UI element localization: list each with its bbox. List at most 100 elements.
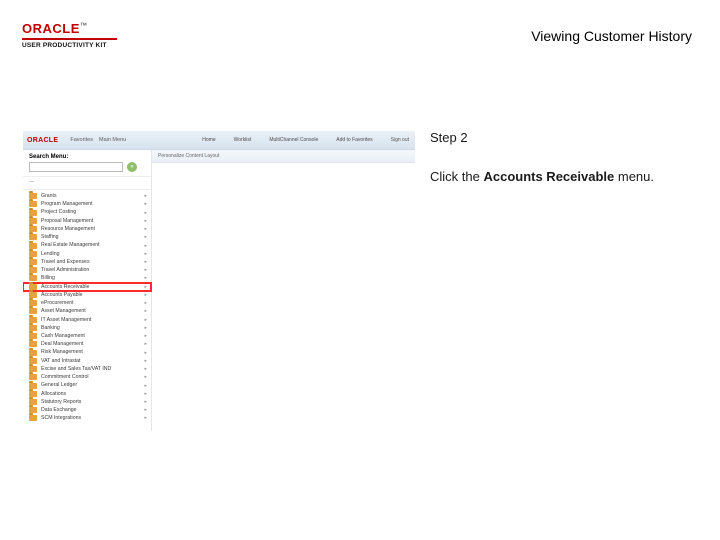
- sidebar-item-asset-management[interactable]: Asset Management▸: [23, 307, 151, 315]
- folder-icon: [29, 325, 37, 331]
- sidebar-item-travel-and-expenses[interactable]: Travel and Expenses ▸: [23, 258, 151, 266]
- sidebar-item-data-exchange[interactable]: Data Exchange ▸: [23, 406, 151, 414]
- chevron-right-icon: ▸: [144, 399, 147, 405]
- sidebar-item-accounts-payable[interactable]: Accounts Payable▸: [23, 291, 151, 299]
- oracle-logo: ORACLE™: [22, 22, 117, 35]
- folder-icon: [29, 308, 37, 314]
- folder-icon: [29, 391, 37, 397]
- folder-icon: [29, 383, 37, 389]
- search-go-icon[interactable]: »: [127, 162, 137, 172]
- main-menu: Grants▸Program Management▸Project Costin…: [23, 190, 151, 425]
- sidebar-item-eprocurement[interactable]: eProcurement▸: [23, 299, 151, 307]
- app-body: Search Menu: » — Grants▸Program Manageme…: [23, 150, 415, 432]
- folder-icon: [29, 210, 37, 216]
- folder-icon: [29, 317, 37, 323]
- sidebar-item-resource-management[interactable]: Resource Management▸: [23, 225, 151, 233]
- sidebar-item-accounts-receivable[interactable]: Accounts Receivable▸: [23, 283, 151, 291]
- trademark: ™: [80, 23, 88, 30]
- sidebar-item-label: Accounts Payable: [41, 292, 83, 298]
- folder-icon: [29, 407, 37, 413]
- brand-block: ORACLE™ USER PRODUCTIVITY KIT: [22, 22, 117, 49]
- chevron-right-icon: ▸: [144, 210, 147, 216]
- sidebar-item-label: Travel and Expenses: [41, 259, 90, 265]
- chevron-right-icon: ▸: [144, 407, 147, 413]
- sidebar-item-label: Project Costing: [41, 209, 76, 215]
- chevron-right-icon: ▸: [144, 226, 147, 232]
- sidebar-item-label: eProcurement: [41, 300, 74, 306]
- link-add-to-favorites[interactable]: Add to Favorites: [336, 137, 372, 143]
- sidebar-item-program-management[interactable]: Program Management▸: [23, 200, 151, 208]
- tab-favorites[interactable]: Favorites: [70, 137, 93, 143]
- folder-icon: [29, 201, 37, 207]
- folder-icon: [29, 333, 37, 339]
- instruction-panel: Step 2 Click the Accounts Receivable men…: [430, 130, 692, 184]
- step-label: Step 2: [430, 130, 692, 145]
- sidebar-item-label: Risk Management: [41, 349, 83, 355]
- chevron-right-icon: ▸: [144, 193, 147, 199]
- tab-main-menu[interactable]: Main Menu: [99, 137, 126, 143]
- folder-icon: [29, 218, 37, 224]
- folder-icon: [29, 300, 37, 306]
- sidebar-item-lending[interactable]: Lending ▸: [23, 250, 151, 258]
- sidebar-item-label: Staffing: [41, 234, 59, 240]
- sidebar-item-project-costing[interactable]: Project Costing ▸: [23, 208, 151, 216]
- search-menu-label: Search Menu:: [23, 150, 151, 162]
- sidebar-item-label: Lending: [41, 251, 59, 257]
- sidebar-item-billing[interactable]: Billing ▸: [23, 274, 151, 282]
- sidebar-item-label: VAT and Intrastat: [41, 358, 81, 364]
- sidebar-item-risk-management[interactable]: Risk Management▸: [23, 348, 151, 356]
- sidebar-item-proposal-management[interactable]: Proposal Management▸: [23, 217, 151, 225]
- folder-icon: [29, 259, 37, 265]
- chevron-right-icon: ▸: [144, 267, 147, 273]
- sidebar-item-excise-and-sales-tax-vat-ind[interactable]: Excise and Sales Tax/VAT IND▸: [23, 365, 151, 373]
- sidebar-item-it-asset-management[interactable]: IT Asset Management▸: [23, 316, 151, 324]
- chevron-right-icon: ▸: [144, 259, 147, 265]
- sidebar-item-label: General Ledger: [41, 382, 77, 388]
- sidebar-item-commitment-control[interactable]: Commitment Control▸: [23, 373, 151, 381]
- link-sign-out[interactable]: Sign out: [391, 137, 409, 143]
- sidebar-item-vat-and-intrastat[interactable]: VAT and Intrastat▸: [23, 357, 151, 365]
- sidebar-item-label: Excise and Sales Tax/VAT IND: [41, 366, 111, 372]
- personalize-bar[interactable]: Personalize Content Layout: [152, 150, 415, 163]
- sidebar-item-cash-management[interactable]: Cash Management▸: [23, 332, 151, 340]
- sidebar-item-label: Deal Management: [41, 341, 83, 347]
- sidebar-item-grants[interactable]: Grants ▸: [23, 192, 151, 200]
- step-text-bold: Accounts Receivable: [483, 169, 614, 184]
- sidebar-item-staffing[interactable]: Staffing▸: [23, 233, 151, 241]
- link-worklist[interactable]: Worklist: [234, 137, 252, 143]
- sidebar-item-label: Proposal Management: [41, 218, 93, 224]
- sidebar-item-label: Billing: [41, 275, 55, 281]
- sidebar-item-banking[interactable]: Banking▸: [23, 324, 151, 332]
- sidebar-item-statutory-reports[interactable]: Statutory Reports▸: [23, 398, 151, 406]
- sidebar-item-label: Banking: [41, 325, 60, 331]
- chevron-right-icon: ▸: [144, 201, 147, 207]
- folder-icon: [29, 226, 37, 232]
- brand-rule: [22, 38, 117, 40]
- chevron-right-icon: ▸: [144, 317, 147, 323]
- folder-icon: [29, 358, 37, 364]
- step-text-post: menu.: [614, 169, 654, 184]
- folder-icon: [29, 399, 37, 405]
- chevron-right-icon: ▸: [144, 275, 147, 281]
- chevron-right-icon: ▸: [144, 251, 147, 257]
- sidebar: Search Menu: » — Grants▸Program Manageme…: [23, 150, 152, 432]
- folder-icon: [29, 341, 37, 347]
- sidebar-item-real-estate-management[interactable]: Real Estate Management ▸: [23, 241, 151, 249]
- sidebar-item-label: Grants: [41, 193, 57, 199]
- sidebar-item-label: Data Exchange: [41, 407, 76, 413]
- folder-icon: [29, 234, 37, 240]
- search-row: »: [23, 162, 151, 177]
- link-multichannel-console[interactable]: MultiChannel Console: [269, 137, 318, 143]
- chevron-right-icon: ▸: [144, 243, 147, 249]
- sidebar-item-general-ledger[interactable]: General Ledger▸: [23, 381, 151, 389]
- link-home[interactable]: Home: [202, 137, 215, 143]
- app-header: ORACLE Favorites Main Menu Home Worklist…: [23, 131, 415, 150]
- sidebar-item-scm-integrations[interactable]: SCM Integrations▸: [23, 414, 151, 422]
- sidebar-item-label: Travel Administration: [41, 267, 89, 273]
- sidebar-item-label: Real Estate Management: [41, 242, 100, 248]
- sidebar-item-travel-administration[interactable]: Travel Administration ▸: [23, 266, 151, 274]
- folder-icon: [29, 251, 37, 257]
- sidebar-item-allocations[interactable]: Allocations▸: [23, 390, 151, 398]
- sidebar-item-deal-management[interactable]: Deal Management▸: [23, 340, 151, 348]
- search-input[interactable]: [29, 162, 123, 172]
